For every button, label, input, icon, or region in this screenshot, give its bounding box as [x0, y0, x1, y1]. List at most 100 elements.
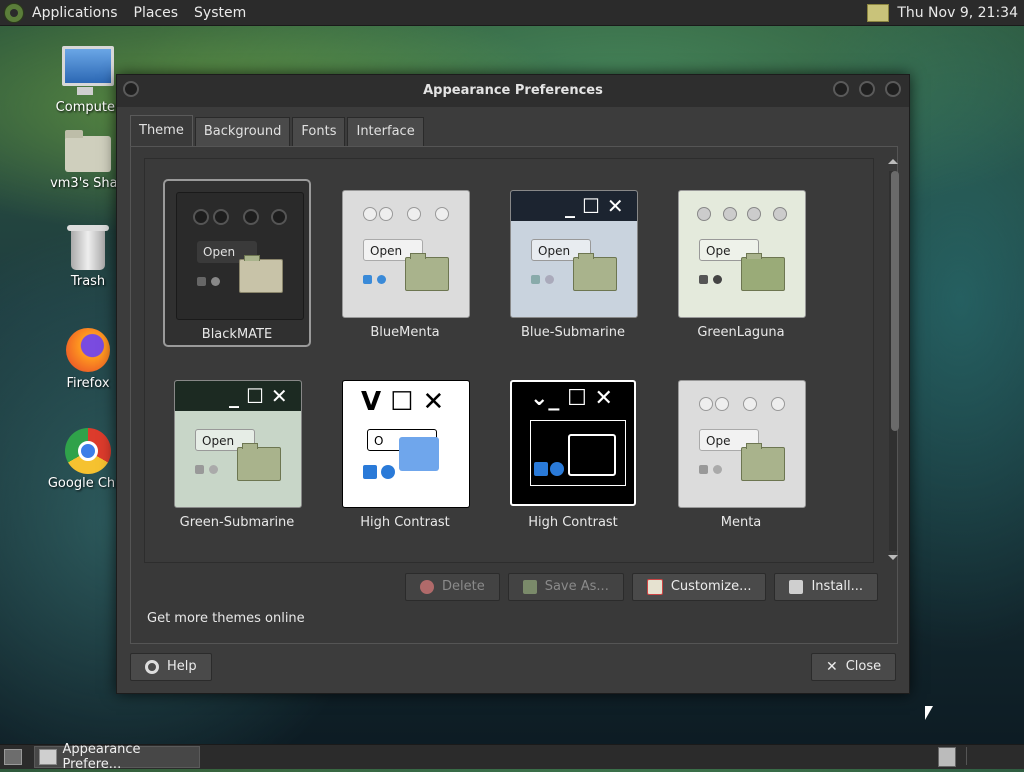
checkbox-icon — [363, 465, 377, 479]
delete-button[interactable]: Delete — [405, 573, 500, 601]
theme-label: High Contrast — [528, 515, 618, 530]
customize-button[interactable]: Customize... — [631, 573, 767, 601]
install-label: Install... — [811, 579, 863, 594]
radio-icon — [381, 465, 395, 479]
scroll-down-icon[interactable] — [888, 555, 898, 560]
theme-label: Menta — [720, 515, 762, 530]
theme-list-scrollbar[interactable] — [887, 159, 899, 562]
radio-icon — [545, 275, 554, 284]
theme-label: Blue-Submarine — [520, 325, 626, 340]
save-as-button[interactable]: Save As... — [507, 573, 624, 601]
close-button[interactable]: ✕ Close — [811, 653, 897, 681]
theme-item-menta[interactable]: Ope Menta — [667, 369, 815, 537]
radio-icon — [550, 462, 564, 476]
theme-item-high-contrast-inverse[interactable]: ⌄_ ☐ ✕ High Contrast — [499, 369, 647, 537]
theme-item-green-submarine[interactable]: _ ☐ ✕ Open Green-Submarine — [163, 369, 311, 537]
home-folder-icon — [65, 130, 111, 172]
clock-area: Thu Nov 9, 21:34 — [867, 0, 1018, 25]
theme-label: Green-Submarine — [179, 515, 295, 530]
close-label: Close — [845, 659, 882, 674]
theme-item-high-contrast[interactable]: V ☐ ✕ O High Contrast — [331, 369, 479, 537]
menu-system[interactable]: System — [186, 5, 254, 21]
theme-item-blackmate[interactable]: Open BlackMATE — [163, 179, 311, 347]
tab-bar: Theme Background Fonts Interface — [130, 115, 426, 146]
folder-icon — [237, 443, 281, 481]
help-label: Help — [167, 659, 197, 674]
computer-icon — [62, 46, 114, 95]
folder-icon — [573, 253, 617, 291]
firefox-icon — [66, 328, 110, 372]
install-button[interactable]: Install... — [774, 573, 878, 601]
save-as-label: Save As... — [544, 579, 609, 594]
tab-background[interactable]: Background — [194, 117, 291, 146]
theme-item-greenlaguna[interactable]: Ope GreenLaguna — [667, 179, 815, 347]
scroll-track[interactable] — [889, 171, 899, 551]
mouse-cursor-icon — [925, 706, 933, 720]
checkbox-icon — [699, 465, 708, 474]
taskbar-item-appearance[interactable]: Appearance Prefere... — [34, 742, 200, 772]
theme-label: GreenLaguna — [697, 325, 785, 340]
theme-label: High Contrast — [360, 515, 450, 530]
theme-list[interactable]: Open BlackMATE Open BlueMenta _ ☐ ✕ Open… — [144, 158, 899, 563]
top-menus: Applications Places System — [4, 0, 254, 25]
theme-preview: ⌄_ ☐ ✕ — [510, 380, 636, 506]
scroll-thumb[interactable] — [891, 171, 899, 431]
menu-applications[interactable]: Applications — [24, 5, 126, 21]
folder-icon — [741, 253, 785, 291]
install-icon — [789, 580, 804, 594]
theme-preview: Ope — [678, 380, 806, 508]
help-button[interactable]: Help — [130, 653, 212, 681]
help-icon — [145, 660, 159, 674]
folder-icon — [741, 443, 785, 481]
checkbox-icon — [195, 465, 204, 474]
checkbox-icon — [197, 277, 206, 286]
menu-places[interactable]: Places — [126, 5, 187, 21]
display-icon[interactable] — [867, 3, 890, 22]
theme-item-bluementa[interactable]: Open BlueMenta — [331, 179, 479, 347]
checkbox-icon — [699, 275, 708, 284]
clock[interactable]: Thu Nov 9, 21:34 — [897, 5, 1018, 21]
get-more-themes-link[interactable]: Get more themes online — [147, 611, 305, 626]
radio-icon — [211, 277, 220, 286]
window-title: Appearance Preferences — [423, 83, 603, 98]
close-window-icon[interactable] — [885, 81, 901, 97]
theme-preview: Open — [176, 192, 304, 320]
minimize-icon[interactable] — [833, 81, 849, 97]
workspace-2[interactable] — [966, 747, 1003, 765]
folder-icon — [405, 253, 449, 291]
delete-icon — [420, 580, 434, 594]
theme-tab-panel: Open BlackMATE Open BlueMenta _ ☐ ✕ Open… — [130, 146, 899, 644]
customize-icon — [646, 579, 663, 595]
titlebar[interactable]: Appearance Preferences — [117, 75, 909, 107]
tab-fonts[interactable]: Fonts — [292, 117, 346, 146]
tab-interface[interactable]: Interface — [347, 117, 424, 146]
mate-logo-icon[interactable] — [4, 2, 24, 23]
workspace-1[interactable] — [938, 747, 956, 767]
folder-icon — [568, 434, 616, 476]
theme-preview: Ope — [678, 190, 806, 318]
radio-icon — [209, 465, 218, 474]
theme-preview: Open — [342, 190, 470, 318]
bottom-panel: Appearance Prefere... — [0, 742, 1024, 772]
theme-actions: Delete Save As... Customize... Install..… — [405, 573, 878, 601]
customize-label: Customize... — [670, 579, 752, 594]
radio-icon — [377, 275, 386, 284]
radio-icon — [713, 275, 722, 284]
theme-preview: V ☐ ✕ O — [342, 380, 470, 508]
maximize-icon[interactable] — [859, 81, 875, 97]
theme-label: BlackMATE — [201, 327, 273, 342]
show-desktop-icon[interactable] — [4, 749, 22, 765]
chrome-icon — [65, 428, 111, 474]
theme-preview: _ ☐ ✕ Open — [174, 380, 302, 508]
theme-item-blue-submarine[interactable]: _ ☐ ✕ Open Blue-Submarine — [499, 179, 647, 347]
folder-icon — [239, 255, 283, 293]
checkbox-icon — [534, 462, 548, 476]
appearance-app-icon — [39, 749, 57, 765]
tab-theme[interactable]: Theme — [130, 115, 193, 146]
checkbox-icon — [531, 275, 540, 284]
radio-icon — [713, 465, 722, 474]
scroll-up-icon[interactable] — [888, 159, 898, 164]
delete-label: Delete — [442, 579, 485, 594]
checkbox-icon — [363, 275, 372, 284]
appearance-preferences-window: Appearance Preferences Theme Background … — [116, 74, 910, 694]
